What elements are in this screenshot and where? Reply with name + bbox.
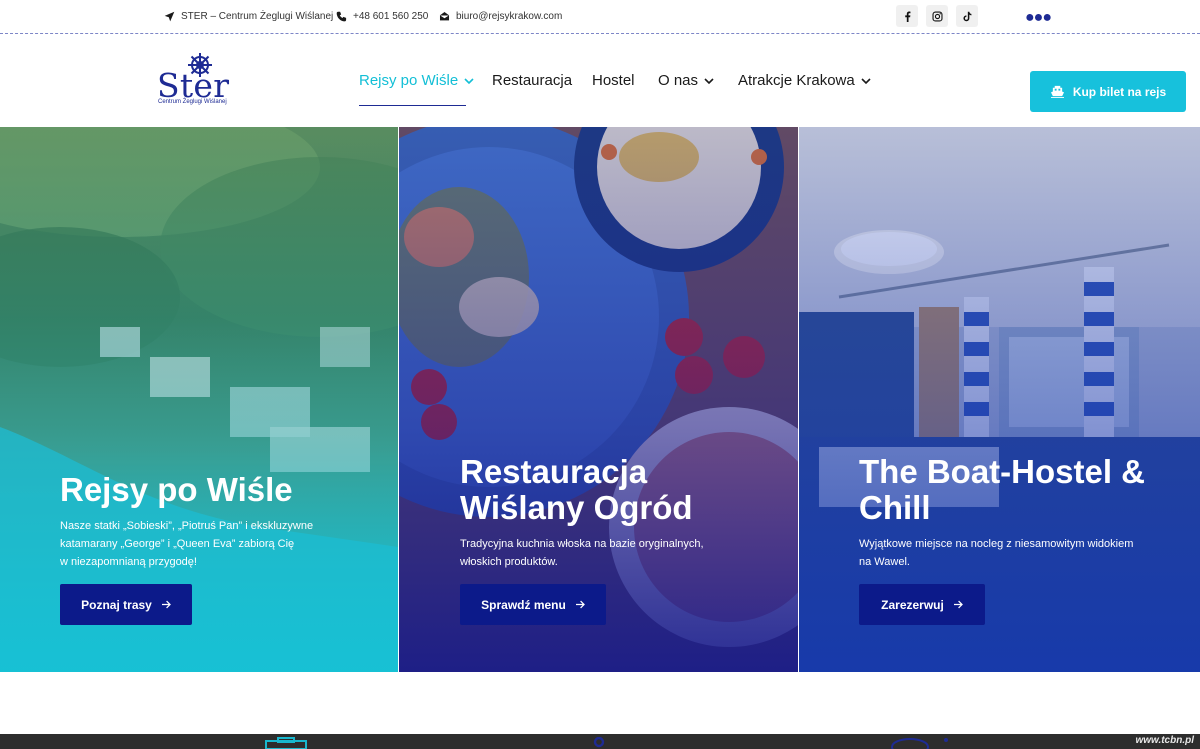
facebook-icon[interactable]: [896, 5, 918, 27]
buy-ticket-label: Kup bilet na rejs: [1072, 84, 1167, 99]
panel-restauracja: Restauracja Wiślany Ogród Tradycyjna kuc…: [399, 127, 798, 672]
sprawdz-menu-button[interactable]: Sprawdź menu: [460, 584, 606, 625]
bed-icon: [891, 738, 948, 749]
site-logo[interactable]: Ster Centrum Żeglugi Wiślanej: [156, 51, 236, 113]
panel-description-line: włoskich produktów.: [460, 556, 558, 568]
watermark-text: www.tcbn.pl: [1135, 735, 1194, 746]
button-label: Zarezerwuj: [881, 597, 944, 612]
phone-icon: [336, 11, 347, 22]
chevron-down-icon: [704, 77, 714, 84]
zarezerwuj-button[interactable]: Zarezerwuj: [859, 584, 985, 625]
chevron-down-icon: [861, 77, 871, 84]
panel-description-line: w niezapomnianą przygodę!: [60, 556, 197, 568]
nav-atrakcje-krakowa[interactable]: Atrakcje Krakowa: [738, 72, 871, 89]
address-info[interactable]: STER – Centrum Żeglugi Wiślanej: [164, 11, 333, 22]
arrow-right-icon: [161, 600, 171, 609]
nav-label: Rejsy po Wiśle: [359, 72, 459, 89]
button-label: Sprawdź menu: [481, 597, 566, 612]
nav-o-nas[interactable]: O nas: [658, 72, 714, 89]
panel-description-line: Nasze statki „Sobieski”, „Piotruś Pan” i…: [60, 520, 314, 532]
panel-description-line: Wyjątkowe miejsce na nocleg z niesamowit…: [859, 538, 1134, 550]
panel-title: The Boat-Hostel &: [859, 453, 1146, 490]
more-menu-icon[interactable]: ●●●: [1025, 9, 1052, 27]
poznaj-trasy-button[interactable]: Poznaj trasy: [60, 584, 192, 625]
email-info[interactable]: biuro@rejsykrakow.com: [439, 11, 562, 22]
chevron-down-icon: [464, 77, 474, 84]
panel-title: Rejsy po Wiśle: [60, 471, 293, 508]
buy-ticket-button[interactable]: Kup bilet na rejs: [1030, 71, 1186, 112]
email-text: biuro@rejsykrakow.com: [456, 11, 563, 22]
address-text: STER – Centrum Żeglugi Wiślanej: [181, 11, 334, 22]
panel-title: Wiślany Ogród: [460, 489, 693, 526]
nav-label: Atrakcje Krakowa: [738, 72, 855, 89]
map-pin-icon: [593, 737, 605, 748]
logo-subtitle: Centrum Żeglugi Wiślanej: [158, 99, 227, 105]
nav-label: Restauracja: [492, 72, 573, 89]
panel-hostel: The Boat-Hostel & Chill Wyjątkowe miejsc…: [799, 127, 1200, 672]
arrow-right-icon: [575, 600, 585, 609]
arrow-right-icon: [953, 600, 963, 609]
tiktok-icon[interactable]: [956, 5, 978, 27]
nav-label: O nas: [658, 72, 699, 89]
main-header: Ster Centrum Żeglugi Wiślanej Rejsy po W…: [0, 35, 1200, 127]
button-label: Poznaj trasy: [81, 597, 152, 612]
panel-description-line: Tradycyjna kuchnia włoska na bazie orygi…: [460, 538, 704, 550]
top-info-bar: STER – Centrum Żeglugi Wiślanej +48 601 …: [0, 0, 1200, 34]
panel-title: Restauracja: [460, 453, 648, 490]
location-arrow-icon: [164, 11, 175, 22]
panel-rejsy: Rejsy po Wiśle Nasze statki „Sobieski”, …: [0, 127, 398, 672]
phone-text: +48 601 560 250: [353, 11, 429, 22]
suitcase-icon: [265, 737, 307, 749]
active-nav-underline: [359, 105, 466, 106]
nav-rejsy-po-wisle[interactable]: Rejsy po Wiśle: [359, 72, 474, 89]
bottom-strip: www.tcbn.pl: [0, 734, 1200, 749]
nav-restauracja[interactable]: Restauracja: [492, 72, 572, 89]
ship-icon: [1050, 85, 1064, 98]
panel-description-line: katamarany „George” i „Queen Eva” zabior…: [60, 538, 295, 550]
instagram-icon[interactable]: [926, 5, 948, 27]
panel-title: Chill: [859, 489, 931, 526]
envelope-icon: [439, 11, 450, 21]
nav-hostel[interactable]: Hostel: [592, 72, 635, 89]
phone-info[interactable]: +48 601 560 250: [336, 11, 428, 22]
nav-label: Hostel: [592, 72, 635, 89]
panel-description-line: na Wawel.: [859, 556, 910, 568]
hero-panels: Rejsy po Wiśle Nasze statki „Sobieski”, …: [0, 127, 1200, 672]
